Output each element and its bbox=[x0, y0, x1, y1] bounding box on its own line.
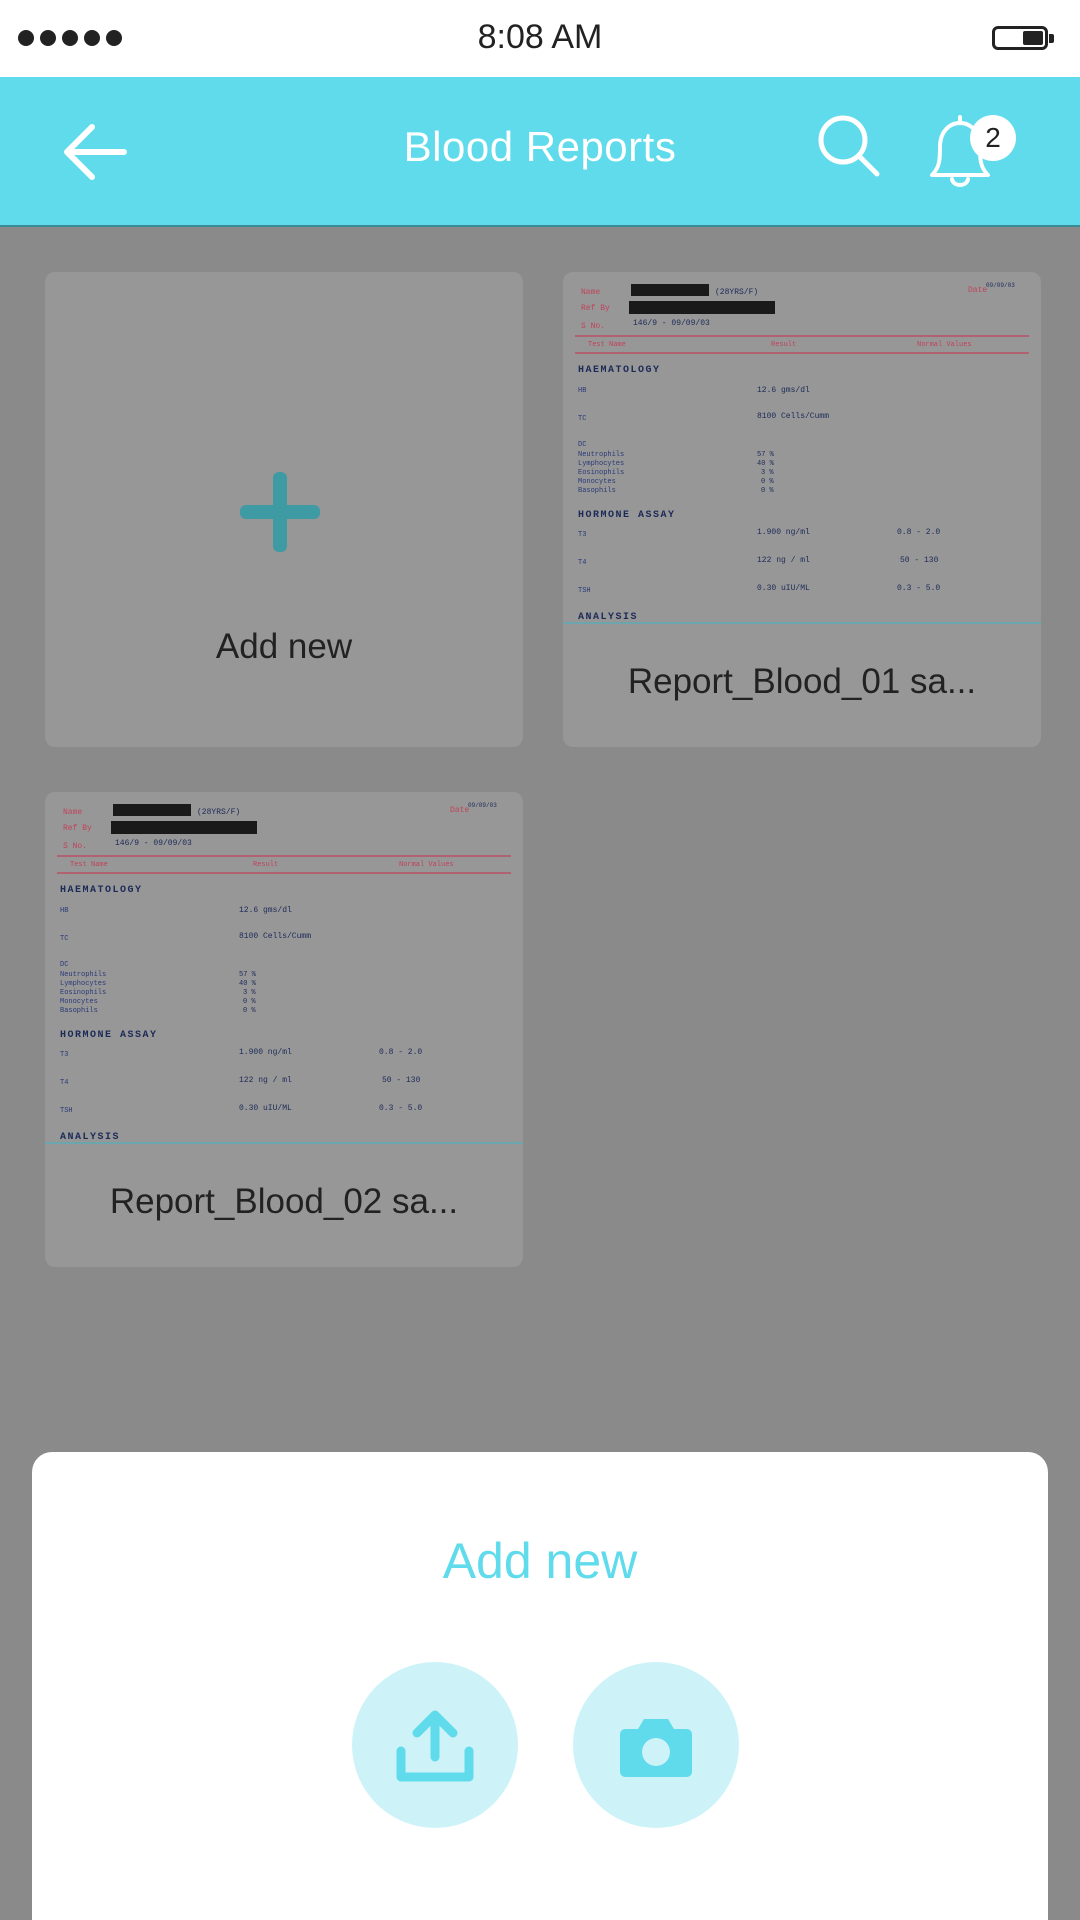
report-name: Report_Blood_01 sa... bbox=[627, 662, 977, 701]
report-neutrophils: Neutrophils bbox=[578, 451, 624, 459]
report-patient: (28YRS/F) bbox=[197, 808, 240, 817]
report-t4: T4 bbox=[60, 1079, 68, 1087]
report-t3-normal: 0.8 - 2.0 bbox=[379, 1048, 422, 1057]
report-t3-value: 1.900 ng/ml bbox=[239, 1048, 292, 1057]
notifications-button[interactable]: 2 bbox=[920, 107, 1020, 197]
report-col-normal: Normal Values bbox=[399, 861, 454, 869]
report-name-label: Name bbox=[63, 808, 82, 817]
report-sno-value: 146/9 - 09/09/03 bbox=[115, 839, 192, 848]
report-monocytes: Monocytes bbox=[60, 998, 98, 1006]
report-monocytes-value: 0 % bbox=[243, 998, 256, 1006]
upload-icon bbox=[396, 1710, 474, 1782]
report-card[interactable]: Name (28YRS/F) Date 09/09/03 Ref By S No… bbox=[45, 792, 523, 1267]
report-tsh-normal: 0.3 - 5.0 bbox=[897, 584, 940, 593]
report-monocytes-value: 0 % bbox=[761, 478, 774, 486]
upload-button[interactable] bbox=[352, 1662, 518, 1828]
report-t4: T4 bbox=[578, 559, 586, 567]
search-button[interactable] bbox=[815, 112, 895, 192]
camera-icon bbox=[620, 1719, 692, 1777]
report-neutrophils-value: 57 % bbox=[757, 451, 775, 459]
report-date-label: Date bbox=[968, 286, 987, 295]
report-col-test: Test Name bbox=[588, 341, 626, 349]
app-header: Blood Reports 2 bbox=[0, 77, 1080, 227]
report-eosinophils-value: 3 % bbox=[243, 989, 256, 997]
report-lymphocytes: Lymphocytes bbox=[578, 460, 624, 468]
report-dc: DC bbox=[578, 441, 586, 449]
report-section-analysis: ANALYSIS bbox=[578, 612, 638, 623]
report-tsh-normal: 0.3 - 5.0 bbox=[379, 1104, 422, 1113]
report-hb-value: 12.6 gms/dl bbox=[239, 906, 292, 915]
notification-badge: 2 bbox=[970, 115, 1016, 161]
report-tc-value: 8100 Cells/Cumm bbox=[757, 412, 829, 421]
camera-button[interactable] bbox=[573, 1662, 739, 1828]
report-hb-value: 12.6 gms/dl bbox=[757, 386, 810, 395]
report-section-hormone: HORMONE ASSAY bbox=[60, 1030, 158, 1041]
report-eosinophils: Eosinophils bbox=[578, 469, 624, 477]
report-t3: T3 bbox=[578, 531, 586, 539]
report-basophils-value: 0 % bbox=[243, 1007, 256, 1015]
add-new-bottom-sheet: Add new bbox=[32, 1452, 1048, 1920]
report-name-label: Name bbox=[581, 288, 600, 297]
report-name: Report_Blood_02 sa... bbox=[109, 1182, 459, 1221]
report-date-value: 09/09/03 bbox=[468, 802, 497, 809]
report-section-analysis: ANALYSIS bbox=[60, 1132, 120, 1143]
add-new-card-label: Add new bbox=[215, 627, 353, 666]
report-dc: DC bbox=[60, 961, 68, 969]
report-tc: TC bbox=[60, 935, 68, 943]
report-col-result: Result bbox=[771, 341, 796, 349]
report-t4-value: 122 ng / ml bbox=[239, 1076, 292, 1085]
report-t3-value: 1.900 ng/ml bbox=[757, 528, 810, 537]
report-hb: HB bbox=[60, 907, 68, 915]
report-lymphocytes-value: 40 % bbox=[757, 460, 775, 468]
sheet-title: Add new bbox=[442, 1533, 638, 1589]
report-col-normal: Normal Values bbox=[917, 341, 972, 349]
battery-icon bbox=[992, 26, 1054, 50]
report-eosinophils-value: 3 % bbox=[761, 469, 774, 477]
report-tsh: TSH bbox=[578, 587, 591, 595]
report-t4-value: 122 ng / ml bbox=[757, 556, 810, 565]
report-sno-value: 146/9 - 09/09/03 bbox=[633, 319, 710, 328]
status-time: 8:08 AM bbox=[477, 18, 603, 56]
report-monocytes: Monocytes bbox=[578, 478, 616, 486]
report-ref-label: Ref By bbox=[63, 824, 92, 833]
report-date-label: Date bbox=[450, 806, 469, 815]
report-t4-normal: 50 - 130 bbox=[382, 1076, 421, 1085]
report-col-test: Test Name bbox=[70, 861, 108, 869]
report-t3: T3 bbox=[60, 1051, 68, 1059]
report-t3-normal: 0.8 - 2.0 bbox=[897, 528, 940, 537]
report-ref-label: Ref By bbox=[581, 304, 610, 313]
report-eosinophils: Eosinophils bbox=[60, 989, 106, 997]
report-basophils-value: 0 % bbox=[761, 487, 774, 495]
report-card[interactable]: Name (28YRS/F) Date 09/09/03 Ref By S No… bbox=[563, 272, 1041, 747]
add-new-card[interactable]: Add new bbox=[45, 272, 523, 747]
report-basophils: Basophils bbox=[578, 487, 616, 495]
report-sno-label: S No. bbox=[63, 842, 87, 851]
report-lymphocytes: Lymphocytes bbox=[60, 980, 106, 988]
report-date-value: 09/09/03 bbox=[986, 282, 1015, 289]
report-section-hormone: HORMONE ASSAY bbox=[578, 510, 676, 521]
report-thumbnail: Name (28YRS/F) Date 09/09/03 Ref By S No… bbox=[563, 282, 1041, 624]
report-lymphocytes-value: 40 % bbox=[239, 980, 257, 988]
report-tc: TC bbox=[578, 415, 586, 423]
report-tsh-value: 0.30 uIU/ML bbox=[757, 584, 810, 593]
report-thumbnail: Name (28YRS/F) Date 09/09/03 Ref By S No… bbox=[45, 802, 523, 1144]
report-section-haematology: HAEMATOLOGY bbox=[578, 365, 661, 376]
report-neutrophils: Neutrophils bbox=[60, 971, 106, 979]
report-col-result: Result bbox=[253, 861, 278, 869]
report-section-haematology: HAEMATOLOGY bbox=[60, 885, 143, 896]
report-tsh: TSH bbox=[60, 1107, 73, 1115]
plus-icon bbox=[240, 472, 320, 552]
search-icon bbox=[818, 115, 880, 177]
report-patient: (28YRS/F) bbox=[715, 288, 758, 297]
report-tc-value: 8100 Cells/Cumm bbox=[239, 932, 311, 941]
report-tsh-value: 0.30 uIU/ML bbox=[239, 1104, 292, 1113]
status-bar: 8:08 AM bbox=[0, 0, 1080, 77]
report-neutrophils-value: 57 % bbox=[239, 971, 257, 979]
report-hb: HB bbox=[578, 387, 586, 395]
report-t4-normal: 50 - 130 bbox=[900, 556, 939, 565]
report-sno-label: S No. bbox=[581, 322, 605, 331]
report-basophils: Basophils bbox=[60, 1007, 98, 1015]
page-title: Blood Reports bbox=[403, 123, 677, 170]
